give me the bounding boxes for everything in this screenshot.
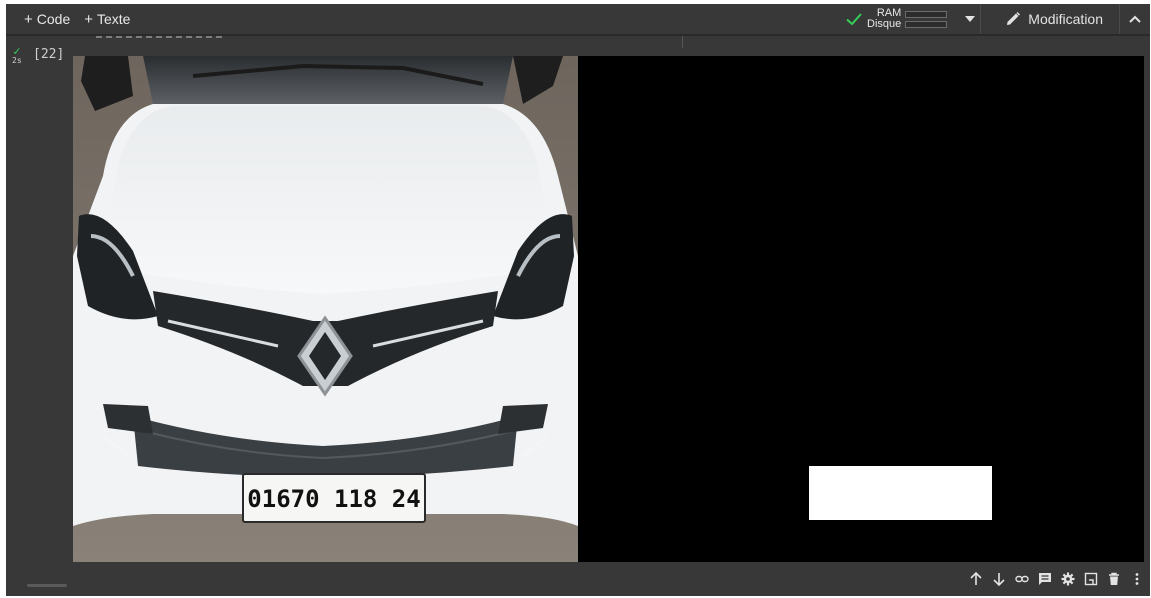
link-icon[interactable]: [1015, 572, 1029, 586]
disk-label: Disque: [867, 18, 902, 30]
comment-icon[interactable]: [1038, 572, 1052, 586]
license-plate-text: 01670 118 24: [247, 485, 420, 513]
run-status[interactable]: ✓ 2s: [12, 44, 22, 65]
cell-toolbar: [969, 572, 1144, 586]
add-code-button[interactable]: + Code: [17, 4, 77, 34]
collapse-header-button[interactable]: [1120, 4, 1150, 34]
car-photo: 01670 118 24: [73, 56, 578, 562]
execution-time: 2s: [12, 56, 22, 65]
more-vert-icon[interactable]: [1130, 572, 1144, 586]
plus-icon: +: [24, 10, 33, 28]
gear-icon[interactable]: [1061, 572, 1075, 586]
plus-icon: +: [84, 10, 93, 28]
add-code-label: Code: [36, 11, 71, 27]
runtime-menu-button[interactable]: [959, 4, 982, 34]
check-icon: [846, 13, 862, 26]
colab-notebook: + Code + Texte RAM Disque Modification ✓…: [6, 4, 1150, 596]
plate-mask: [578, 56, 1144, 562]
chevron-down-icon: [964, 16, 975, 22]
chevron-up-icon: [1129, 15, 1141, 23]
trash-icon[interactable]: [1107, 572, 1121, 586]
arrow-down-icon[interactable]: [992, 572, 1006, 586]
success-check-icon: ✓: [13, 44, 21, 58]
execution-count: [22]: [33, 47, 65, 62]
editing-mode-label: Modification: [1028, 11, 1103, 27]
pencil-icon: [1007, 11, 1021, 25]
disk-usage-bar: [905, 20, 948, 28]
add-text-button[interactable]: + Texte: [77, 4, 137, 34]
arrow-up-icon[interactable]: [969, 572, 983, 586]
add-text-label: Texte: [97, 11, 131, 27]
cell-output-image: 01670 118 24: [73, 56, 1144, 562]
scrollbar-thumb[interactable]: [27, 584, 67, 587]
mirror-cell-icon[interactable]: [1084, 572, 1098, 586]
plate-mask-region: [809, 466, 992, 520]
code-line-fragment: [96, 35, 226, 39]
editing-mode-button[interactable]: Modification: [991, 4, 1120, 34]
resource-labels[interactable]: RAM Disque: [867, 8, 901, 30]
notebook-toolbar: + Code + Texte RAM Disque Modification: [6, 4, 1150, 34]
resource-bars[interactable]: [905, 10, 948, 28]
ram-usage-bar: [905, 10, 948, 18]
cell-divider: [682, 36, 683, 48]
